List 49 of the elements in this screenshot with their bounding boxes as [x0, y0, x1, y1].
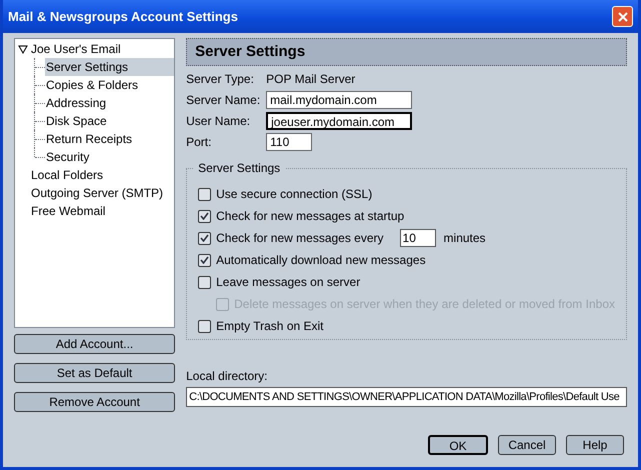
- checkbox-label: Automatically download new messages: [216, 252, 426, 269]
- tree-item[interactable]: Outgoing Server (SMTP): [30, 184, 164, 202]
- tree-item[interactable]: Free Webmail: [30, 202, 106, 220]
- input-field[interactable]: mail.mydomain.com: [266, 91, 412, 109]
- dialog-button[interactable]: OK: [428, 435, 488, 455]
- local-directory-field[interactable]: C:\DOCUMENTS AND SETTINGS\OWNER\APPLICATION DATA\Mozilla\Profiles\Default Use: [186, 387, 627, 407]
- checkbox-label: Empty Trash on Exit: [216, 318, 324, 335]
- checkmark-icon: [200, 212, 210, 220]
- checkbox-label: Check for new messages every: [216, 230, 384, 247]
- tree-item[interactable]: Addressing: [45, 94, 108, 112]
- checkbox[interactable]: [198, 232, 212, 244]
- tree-item[interactable]: Server Settings: [45, 58, 174, 76]
- checkbox-label: Use secure connection (SSL): [216, 186, 372, 203]
- field-label: User Name:: [186, 113, 252, 130]
- tree-item[interactable]: Return Receipts: [45, 130, 134, 148]
- local-directory-label: Local directory:: [186, 368, 268, 385]
- tree-item[interactable]: Security: [45, 148, 90, 166]
- close-icon: [618, 12, 628, 22]
- tree-item[interactable]: Local Folders: [30, 166, 104, 184]
- field-label: Port:: [186, 134, 212, 151]
- checkmark-icon: [200, 256, 210, 264]
- field-label: Server Name:: [186, 92, 262, 109]
- account-button[interactable]: Remove Account: [14, 392, 176, 412]
- field-label: Server Type:: [186, 71, 255, 88]
- dialog-button[interactable]: Cancel: [498, 435, 556, 455]
- tree-item[interactable]: Joe User's Email: [30, 40, 122, 58]
- interval-field[interactable]: 10: [400, 229, 436, 247]
- expander-triangle-icon[interactable]: [18, 44, 28, 54]
- checkbox[interactable]: [198, 188, 212, 200]
- input-field[interactable]: joeuser.mydomain.com: [266, 112, 412, 130]
- dialog-button[interactable]: Help: [566, 435, 624, 455]
- field-value: POP Mail Server: [266, 71, 356, 88]
- close-button[interactable]: [612, 6, 633, 27]
- tree-item[interactable]: Disk Space: [45, 112, 108, 130]
- checkbox-label: Check for new messages at startup: [216, 208, 404, 225]
- account-button[interactable]: Add Account...: [14, 334, 176, 354]
- window-title: Mail & Newsgroups Account Settings: [8, 8, 238, 26]
- checkbox[interactable]: [198, 320, 212, 332]
- checkmark-icon: [200, 234, 210, 242]
- input-field[interactable]: 110: [266, 133, 312, 151]
- page-header: Server Settings: [186, 38, 627, 66]
- unit-label: minutes: [444, 230, 486, 247]
- checkbox[interactable]: [198, 254, 212, 266]
- checkbox-label: Leave messages on server: [216, 274, 360, 291]
- tree-item[interactable]: Copies & Folders: [45, 76, 140, 94]
- account-button[interactable]: Set as Default: [14, 363, 176, 383]
- group-title: Server Settings: [193, 161, 286, 175]
- checkbox[interactable]: [198, 210, 212, 222]
- checkbox[interactable]: [198, 276, 212, 288]
